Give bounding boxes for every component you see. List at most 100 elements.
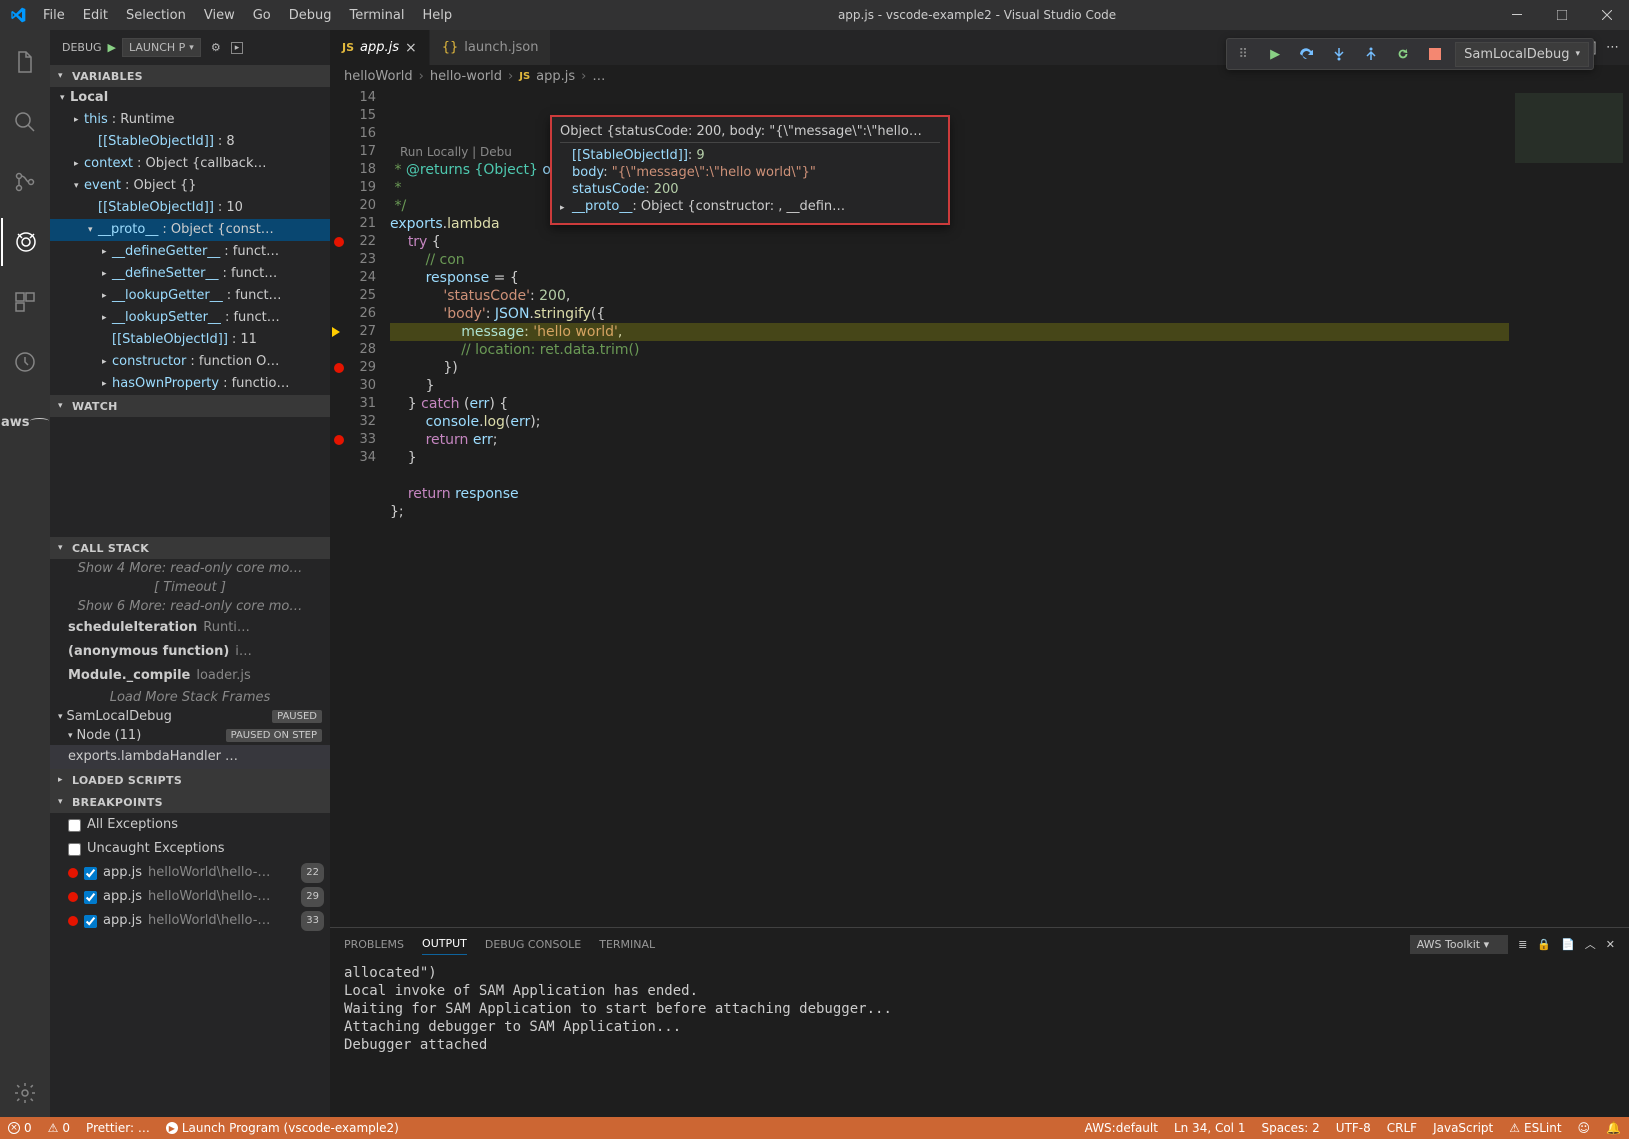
launch-config-select[interactable]: Launch P ▾ [122,38,201,57]
timeline-icon[interactable] [1,338,49,386]
step-out-button[interactable] [1355,38,1387,70]
debug-config-select[interactable]: SamLocalDebug▾ [1455,42,1589,67]
breadcrumb-item[interactable]: … [592,69,605,84]
step-over-button[interactable] [1291,38,1323,70]
callstack-dim[interactable]: Show 4 More: read-only core mo… [50,559,330,578]
breakpoint-item[interactable]: app.js helloWorld\hello-…33 [50,909,330,933]
variable-row[interactable]: ▾event: Object {} [50,175,330,197]
scope-local[interactable]: ▾Local [50,87,330,109]
loaded-scripts-header[interactable]: ▸Loaded Scripts [50,769,330,791]
status-item[interactable]: ☺ [1570,1121,1599,1135]
status-item[interactable]: Spaces: 2 [1253,1121,1327,1135]
callstack-frame[interactable]: (anonymous function)i… [50,640,330,664]
panel-tab-debug-console[interactable]: Debug Console [485,934,581,955]
panel-tab-terminal[interactable]: Terminal [599,934,655,955]
status-item[interactable]: UTF-8 [1328,1121,1379,1135]
variable-row[interactable]: [[StableObjectId]]: 8 [50,131,330,153]
menu-debug[interactable]: Debug [281,4,340,27]
menu-selection[interactable]: Selection [118,4,194,27]
extensions-icon[interactable] [1,278,49,326]
variables-section-header[interactable]: ▾Variables [50,65,330,87]
clear-output-icon[interactable]: ≣ [1518,938,1527,951]
panel-tab-output[interactable]: Output [422,933,467,955]
close-panel-icon[interactable]: ✕ [1606,938,1615,951]
status-item[interactable]: 🔔 [1598,1121,1629,1135]
variable-row[interactable]: ▸this: Runtime [50,109,330,131]
callstack-session[interactable]: ▾SamLocalDebugPAUSED [50,707,330,726]
breakpoint-builtin[interactable]: Uncaught Exceptions [50,837,330,861]
gear-icon[interactable]: ⚙ [211,41,221,54]
tab-launch-json[interactable]: {}launch.json [430,30,552,65]
callstack-thread[interactable]: ▾Node (11)PAUSED ON STEP [50,726,330,745]
step-into-button[interactable] [1323,38,1355,70]
menu-view[interactable]: View [196,4,243,27]
variable-row[interactable]: ▸__defineGetter__: funct… [50,241,330,263]
breadcrumb-item[interactable]: app.js [536,69,575,84]
maximize-panel-icon[interactable]: ︿ [1585,936,1596,952]
status-item[interactable]: ⚠0 [40,1121,78,1135]
breadcrumb-item[interactable]: hello-world [430,69,502,84]
menu-file[interactable]: File [35,4,73,27]
breakpoint-builtin[interactable]: All Exceptions [50,813,330,837]
restart-button[interactable] [1387,38,1419,70]
debug-icon[interactable] [1,218,49,266]
menu-help[interactable]: Help [414,4,460,27]
continue-button[interactable]: ▶ [1259,38,1291,70]
load-more-frames[interactable]: Load More Stack Frames [50,688,330,707]
variable-row[interactable]: ▸__defineSetter__: funct… [50,263,330,285]
callstack-dim[interactable]: Show 6 More: read-only core mo… [50,597,330,616]
status-item[interactable]: Prettier: … [78,1121,158,1135]
console-icon[interactable]: ▸ [231,42,244,54]
breakpoint-item[interactable]: app.js helloWorld\hello-…29 [50,885,330,909]
status-item[interactable]: ×0 [0,1121,40,1135]
variable-row[interactable]: [[StableObjectId]]: 10 [50,197,330,219]
debug-toolbar[interactable]: ⠿ ▶ SamLocalDebug▾ [1226,38,1594,70]
scm-icon[interactable] [1,158,49,206]
breadcrumb-item[interactable]: helloWorld [344,69,413,84]
watch-section-header[interactable]: ▾Watch [50,395,330,417]
start-debug-icon[interactable]: ▶ [108,41,116,54]
status-item[interactable]: Ln 34, Col 1 [1166,1121,1254,1135]
minimap[interactable] [1509,87,1629,927]
variable-row[interactable]: ▸__lookupGetter__: funct… [50,285,330,307]
codelens[interactable]: Run Locally | Debu [400,143,512,161]
aws-icon[interactable]: aws [1,398,49,446]
variable-row[interactable]: ▸constructor: function O… [50,351,330,373]
menu-terminal[interactable]: Terminal [342,4,413,27]
callstack-dim[interactable]: [ Timeout ] [50,578,330,597]
explorer-icon[interactable] [1,38,49,86]
menu-go[interactable]: Go [245,4,279,27]
search-icon[interactable] [1,98,49,146]
callstack-top-frame[interactable]: exports.lambdaHandler … [50,745,330,769]
menu-edit[interactable]: Edit [75,4,116,27]
variable-row[interactable]: [[StableObjectId]]: 11 [50,329,330,351]
variable-row[interactable]: ▸context: Object {callback… [50,153,330,175]
variable-row[interactable]: ▸__lookupSetter__: funct… [50,307,330,329]
variable-row[interactable]: ▸hasOwnProperty: functio… [50,373,330,395]
status-item[interactable]: AWS:default [1077,1121,1166,1135]
maximize-button[interactable] [1539,0,1584,30]
breakpoint-item[interactable]: app.js helloWorld\hello-…22 [50,861,330,885]
callstack-section-header[interactable]: ▾Call Stack [50,537,330,559]
panel-tab-problems[interactable]: Problems [344,934,404,955]
callstack-frame[interactable]: scheduleIterationRunti… [50,616,330,640]
close-button[interactable] [1584,0,1629,30]
callstack-frame[interactable]: Module._compileloader.js [50,664,330,688]
minimize-button[interactable] [1494,0,1539,30]
status-item[interactable]: CRLF [1379,1121,1425,1135]
variable-row[interactable]: ▾__proto__: Object {const… [50,219,330,241]
status-item[interactable]: JavaScript [1425,1121,1501,1135]
open-file-icon[interactable]: 📄 [1561,938,1575,951]
output-channel-select[interactable]: AWS Toolkit ▾ [1410,935,1508,954]
status-item[interactable]: ⚠ESLint [1501,1121,1569,1135]
lock-scroll-icon[interactable]: 🔒 [1537,938,1551,951]
more-icon[interactable]: ⋯ [1606,40,1619,55]
line-gutter[interactable]: 1415161718192021222324252627282930313233… [330,87,390,927]
tab-app-js[interactable]: JSapp.js× [330,30,430,65]
breakpoints-section-header[interactable]: ▾Breakpoints [50,791,330,813]
stop-button[interactable] [1419,38,1451,70]
output-body[interactable]: allocated") Local invoke of SAM Applicat… [330,960,1629,1117]
status-item[interactable]: ▶Launch Program (vscode-example2) [158,1121,407,1135]
drag-handle-icon[interactable]: ⠿ [1227,38,1259,70]
settings-icon[interactable] [1,1069,49,1117]
